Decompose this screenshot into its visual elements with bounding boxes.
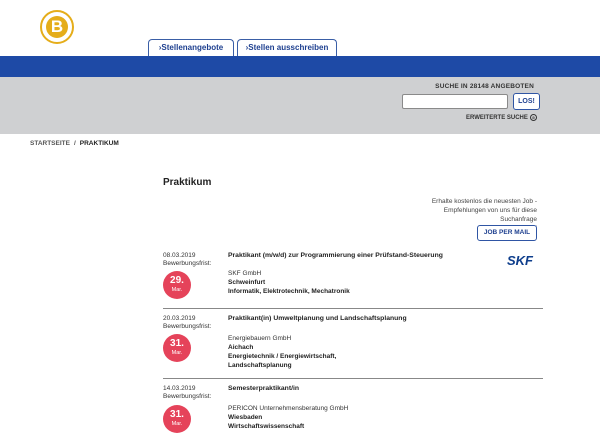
search-panel: SUCHE IN 28148 ANGEBOTEN LOS! ERWEITERTE… <box>0 77 600 134</box>
job-title-link[interactable]: Semesterpraktikant/in <box>228 385 299 392</box>
search-title: SUCHE IN 28148 ANGEBOTEN <box>435 83 534 90</box>
breadcrumb-home[interactable]: STARTSEITE <box>30 140 70 147</box>
job-mail-text-1: Erhalte kostenlos die neuesten Job - <box>431 198 537 205</box>
job-fields-2: Landschaftsplanung <box>228 362 292 369</box>
deadline-month: Mar. <box>171 350 183 356</box>
search-input[interactable] <box>402 94 508 109</box>
job-company: Energiebauern GmbH <box>228 335 292 342</box>
advanced-search-label: ERWEITERTE SUCHE <box>466 114 528 121</box>
job-fields: Wirtschaftswissenschaft <box>228 423 305 430</box>
deadline-day: 29. <box>170 275 184 286</box>
job-date-block: 14.03.2019 Bewerbungsfrist: <box>163 385 211 401</box>
top-header: B ›Stellenangebote ›Stellen ausschreiben <box>0 0 600 56</box>
deadline-badge: 31. Mar. <box>163 334 191 362</box>
search-button[interactable]: LOS! <box>513 93 540 110</box>
job-location: Wiesbaden <box>228 414 263 421</box>
deadline-day: 31. <box>170 338 184 349</box>
page-title: Praktikum <box>163 177 212 188</box>
deadline-badge: 31. Mar. <box>163 405 191 433</box>
job-company: SKF GmbH <box>228 270 262 277</box>
job-fields: Energietechnik / Energiewirtschaft, <box>228 353 337 360</box>
job-title-link[interactable]: Praktikant (m/w/d) zur Programmierung ei… <box>228 252 443 259</box>
job-date: 14.03.2019 <box>163 385 196 392</box>
job-date-block: 20.03.2019 Bewerbungsfrist: <box>163 315 211 331</box>
deadline-day: 31. <box>170 409 184 420</box>
breadcrumb-current: PRAKTIKUM <box>79 140 119 147</box>
chevron-circle-icon: ⊙ <box>529 114 537 121</box>
breadcrumb-separator: / <box>73 140 76 147</box>
job-item[interactable]: 14.03.2019 Bewerbungsfrist: 31. Mar. Sem… <box>163 378 543 444</box>
job-title-link[interactable]: Praktikant(in) Umweltplanung und Landsch… <box>228 315 407 322</box>
logo[interactable]: B <box>40 10 74 44</box>
deadline-label: Bewerbungsfrist: <box>163 323 212 330</box>
job-location: Schweinfurt <box>228 279 266 286</box>
job-date-block: 08.03.2019 Bewerbungsfrist: <box>163 252 211 268</box>
job-item[interactable]: 20.03.2019 Bewerbungsfrist: 31. Mar. Pra… <box>163 308 543 378</box>
job-date: 20.03.2019 <box>163 315 196 322</box>
company-logo-skf[interactable]: SKF <box>507 253 533 268</box>
tab-stellen-ausschreiben[interactable]: ›Stellen ausschreiben <box>237 39 337 56</box>
job-fields: Informatik, Elektrotechnik, Mechatronik <box>228 288 350 295</box>
logo-letter: B <box>46 16 68 38</box>
job-location: Aichach <box>228 344 254 351</box>
deadline-badge: 29. Mar. <box>163 271 191 299</box>
nav-bar <box>0 56 600 77</box>
deadline-label: Bewerbungsfrist: <box>163 260 212 267</box>
breadcrumb: STARTSEITE / PRAKTIKUM <box>30 140 119 147</box>
deadline-month: Mar. <box>171 287 183 293</box>
job-per-mail-button[interactable]: JOB PER MAIL <box>477 225 537 241</box>
tab-stellenangebote[interactable]: ›Stellenangebote <box>148 39 234 56</box>
job-date: 08.03.2019 <box>163 252 196 259</box>
deadline-month: Mar. <box>171 421 183 427</box>
job-company: PERICON Unternehmensberatung GmbH <box>228 405 349 412</box>
advanced-search-link[interactable]: ERWEITERTE SUCHE ⊙ <box>466 114 537 121</box>
deadline-label: Bewerbungsfrist: <box>163 393 212 400</box>
job-mail-text-2: Empfehlungen von uns für diese Suchanfra… <box>443 207 537 223</box>
job-list: 08.03.2019 Bewerbungsfrist: 29. Mar. Pra… <box>163 246 543 444</box>
job-item[interactable]: 08.03.2019 Bewerbungsfrist: 29. Mar. Pra… <box>163 246 543 308</box>
